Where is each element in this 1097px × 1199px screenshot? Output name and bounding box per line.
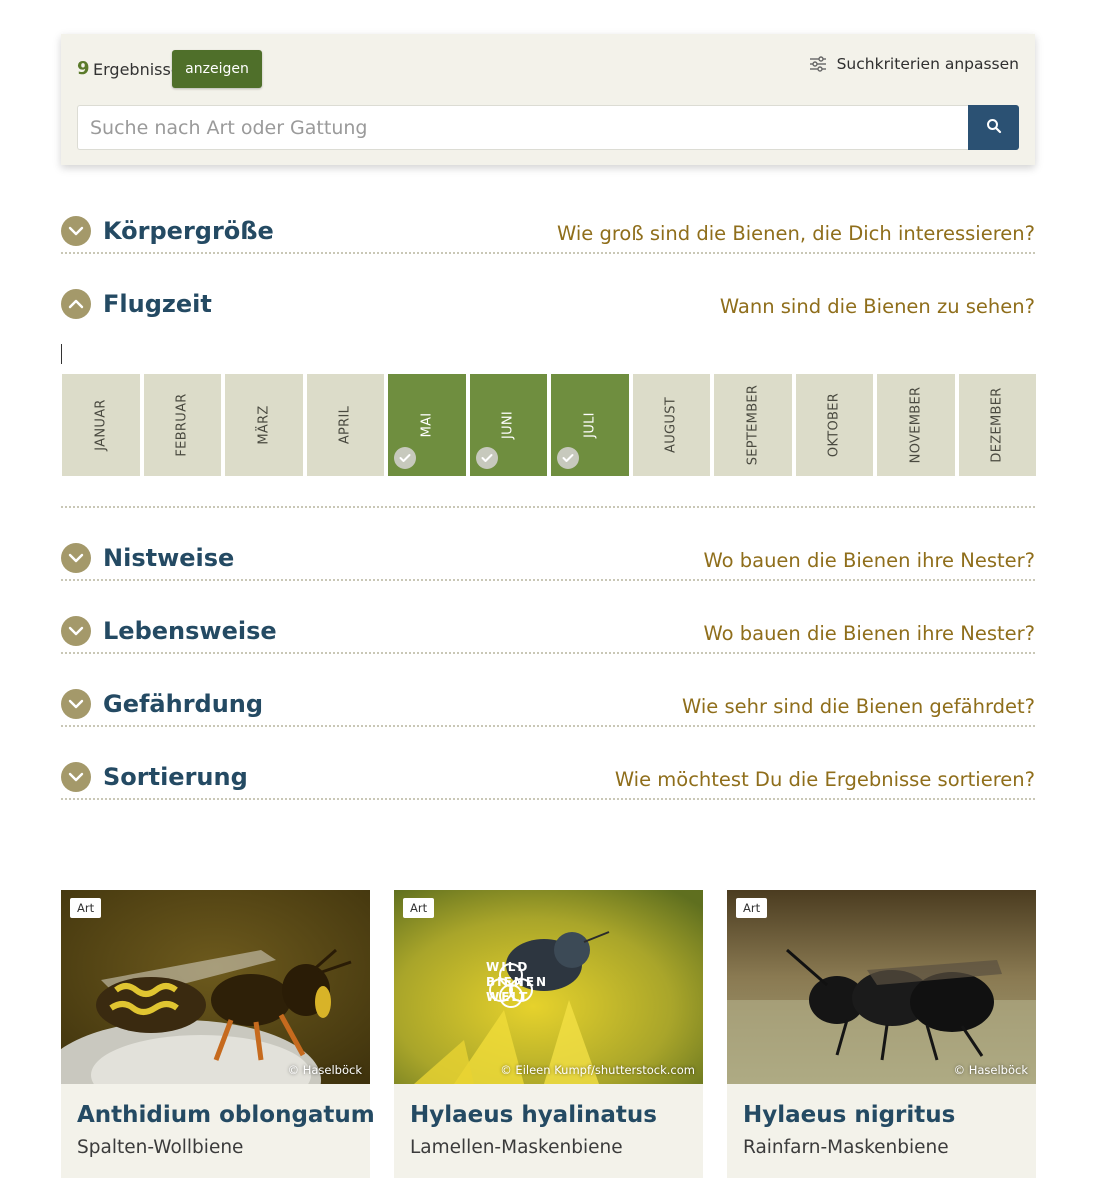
filter-title: Lebensweise	[103, 617, 277, 645]
month-oktober[interactable]: OKTOBER	[795, 374, 873, 476]
month-label: NOVEMBER	[908, 386, 924, 464]
filter-question: Wie groß sind die Bienen, die Dich inter…	[557, 222, 1035, 245]
filter-nistweise[interactable]: Nistweise Wo bauen die Bienen ihre Neste…	[61, 541, 1035, 581]
chevron-down-icon[interactable]	[61, 616, 91, 646]
month-januar[interactable]: JANUAR	[62, 374, 140, 476]
month-label: JUNI	[500, 410, 516, 440]
chevron-up-icon[interactable]	[61, 289, 91, 319]
month-label: JULI	[582, 412, 598, 438]
chevron-down-icon[interactable]	[61, 216, 91, 246]
species-card[interactable]: Art © Haselböck Hylaeus nigritus Rainfar…	[727, 890, 1036, 1178]
month-dezember[interactable]: DEZEMBER	[958, 374, 1036, 476]
species-common-name: Lamellen-Maskenbiene	[410, 1137, 623, 1158]
month-august[interactable]: AUGUST	[632, 374, 710, 476]
month-label: APRIL	[337, 405, 353, 445]
species-name[interactable]: Hylaeus hyalinatus	[410, 1102, 657, 1128]
month-februar[interactable]: FEBRUAR	[143, 374, 221, 476]
species-card[interactable]: Art © Haselböck Anthidium oblongatum Spa…	[61, 890, 375, 1178]
month-label: MAI	[419, 412, 435, 438]
filter-question: Wo bauen die Bienen ihre Nester?	[703, 549, 1035, 572]
photo-credit: © Eileen Kumpf/shutterstock.com	[500, 1063, 695, 1077]
section-divider	[61, 506, 1035, 508]
month-november[interactable]: NOVEMBER	[877, 374, 955, 476]
month-april[interactable]: APRIL	[306, 374, 384, 476]
month-juli[interactable]: JULI	[551, 374, 629, 476]
month-label: SEPTEMBER	[745, 384, 761, 466]
watermark-logo: WILD BIENEN WELT	[486, 960, 548, 1008]
month-label: AUGUST	[663, 397, 679, 453]
filter-title: Sortierung	[103, 763, 248, 791]
check-icon	[394, 447, 416, 469]
sliders-icon	[809, 56, 827, 72]
search-button[interactable]	[968, 105, 1019, 150]
search-input[interactable]	[77, 105, 969, 150]
species-common-name: Spalten-Wollbiene	[77, 1137, 244, 1158]
month-label: JANUAR	[93, 399, 109, 451]
type-badge: Art	[403, 898, 435, 918]
results-count: 9	[77, 58, 90, 79]
filter-title: Nistweise	[103, 544, 235, 572]
species-photo[interactable]: Art © Haselböck	[727, 890, 1036, 1084]
photo-credit: © Haselböck	[953, 1063, 1028, 1077]
filter-sortierung[interactable]: Sortierung Wie möchtest Du die Ergebniss…	[61, 760, 1035, 800]
month-selector: JANUAR FEBRUAR MÄRZ APRIL MAI JUNI JULI …	[62, 374, 1036, 476]
filter-gefaehrdung[interactable]: Gefährdung Wie sehr sind die Bienen gefä…	[61, 687, 1035, 727]
search-panel: 9 Ergebnisse anzeigen Suchkriterien anpa…	[61, 34, 1035, 165]
filter-koerpergroesse[interactable]: Körpergröße Wie groß sind die Bienen, di…	[61, 214, 1035, 254]
month-label: OKTOBER	[826, 392, 842, 458]
show-results-button[interactable]: anzeigen	[172, 50, 262, 88]
filter-question: Wann sind die Bienen zu sehen?	[719, 295, 1035, 318]
month-maerz[interactable]: MÄRZ	[225, 374, 303, 476]
month-label: DEZEMBER	[989, 387, 1005, 463]
filter-title: Körpergröße	[103, 217, 274, 245]
chevron-down-icon[interactable]	[61, 762, 91, 792]
species-photo[interactable]: WILD BIENEN WELT Art © Eileen Kumpf/shut…	[394, 890, 703, 1084]
adjust-criteria-link[interactable]: Suchkriterien anpassen	[809, 53, 1019, 75]
month-september[interactable]: SEPTEMBER	[714, 374, 792, 476]
text-cursor	[61, 344, 62, 364]
filter-question: Wo bauen die Bienen ihre Nester?	[703, 622, 1035, 645]
chevron-down-icon[interactable]	[61, 543, 91, 573]
check-icon	[475, 447, 498, 469]
filter-title: Flugzeit	[103, 290, 212, 318]
species-name[interactable]: Anthidium oblongatum	[77, 1102, 375, 1128]
species-common-name: Rainfarn-Maskenbiene	[743, 1137, 949, 1158]
filter-flugzeit[interactable]: Flugzeit Wann sind die Bienen zu sehen?	[61, 287, 1035, 327]
species-name[interactable]: Hylaeus nigritus	[743, 1102, 955, 1128]
filter-lebensweise[interactable]: Lebensweise Wo bauen die Bienen ihre Nes…	[61, 614, 1035, 654]
chevron-down-icon[interactable]	[61, 689, 91, 719]
type-badge: Art	[736, 898, 768, 918]
adjust-criteria-label: Suchkriterien anpassen	[836, 55, 1019, 73]
filter-title: Gefährdung	[103, 690, 264, 718]
check-icon	[557, 447, 579, 469]
filter-question: Wie sehr sind die Bienen gefährdet?	[682, 695, 1035, 718]
magnifier-icon	[986, 118, 1002, 138]
species-photo[interactable]: Art © Haselböck	[61, 890, 370, 1084]
month-label: MÄRZ	[256, 405, 272, 445]
type-badge: Art	[70, 898, 102, 918]
month-juni[interactable]: JUNI	[469, 374, 547, 476]
species-card[interactable]: WILD BIENEN WELT Art © Eileen Kumpf/shut…	[394, 890, 703, 1178]
month-label: FEBRUAR	[174, 393, 190, 457]
results-label: Ergebnisse	[93, 60, 181, 79]
month-mai[interactable]: MAI	[388, 374, 466, 476]
filter-question: Wie möchtest Du die Ergebnisse sortieren…	[614, 768, 1035, 791]
photo-credit: © Haselböck	[287, 1063, 362, 1077]
